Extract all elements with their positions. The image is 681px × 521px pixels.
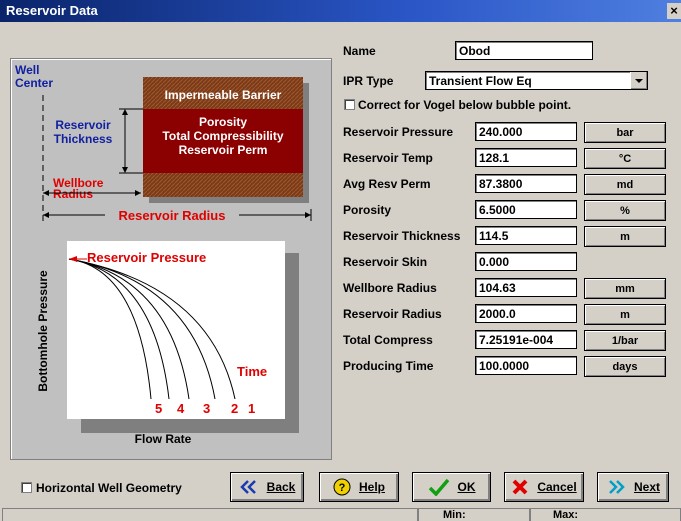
title-bar: Reservoir Data × <box>0 0 681 22</box>
curve-label: 3 <box>203 401 210 416</box>
param-label: Total Compress <box>343 333 433 347</box>
wellcenter-line: Center <box>15 76 53 90</box>
cancel-button[interactable]: Cancel <box>504 472 584 502</box>
param-label: Porosity <box>343 203 392 217</box>
reservoir-diagram: Impermeable Barrier Porosity Total Compre… <box>15 63 312 446</box>
props-line: Porosity <box>199 115 247 129</box>
param-input[interactable]: 114.5 <box>475 226 577 245</box>
window-title: Reservoir Data <box>6 3 98 18</box>
double-chevron-left-icon <box>239 480 256 494</box>
help-label: Help <box>358 480 385 494</box>
status-max-label: Max: <box>553 509 579 521</box>
param-label: Producing Time <box>343 359 434 373</box>
wbradius-line: Radius <box>53 187 93 201</box>
unit-button[interactable]: m <box>584 304 666 325</box>
param-input[interactable]: 128.1 <box>475 148 577 167</box>
name-input[interactable]: Obod <box>455 41 593 60</box>
dropdown-button[interactable] <box>630 72 647 89</box>
curve-label: 5 <box>155 401 162 416</box>
param-label: Reservoir Skin <box>343 255 428 269</box>
chevron-down-icon <box>635 79 643 83</box>
param-label: Reservoir Temp <box>343 151 433 165</box>
reservoir-pressure-label: Reservoir Pressure <box>87 250 206 265</box>
param-input[interactable]: 2000.0 <box>475 304 577 323</box>
horizontal-well-label: Horizontal Well Geometry <box>36 481 182 495</box>
curve-label: 1 <box>248 401 255 416</box>
unit-button[interactable]: days <box>584 356 666 377</box>
double-chevron-right-icon <box>609 480 625 494</box>
back-label: Back <box>266 480 296 494</box>
param-input[interactable]: 100.0000 <box>475 356 577 375</box>
ok-label: OK <box>457 480 476 494</box>
vogel-label: Correct for Vogel below bubble point. <box>358 98 572 112</box>
param-label: Avg Resv Perm <box>343 177 431 191</box>
help-icon: ? <box>333 478 351 496</box>
unit-button[interactable]: bar <box>584 122 666 143</box>
ipr-type-select[interactable]: Transient Flow Eq <box>425 71 648 90</box>
impermeable-barrier-label: Impermeable Barrier <box>165 88 282 102</box>
param-input[interactable]: 104.63 <box>475 278 577 297</box>
unit-button[interactable]: mm <box>584 278 666 299</box>
checkmark-icon <box>428 478 449 496</box>
svg-text:?: ? <box>339 482 346 494</box>
horizontal-well-checkbox[interactable] <box>21 482 32 493</box>
status-pane-max: Max: <box>530 508 681 521</box>
reservoir-diagram-panel: Impermeable Barrier Porosity Total Compre… <box>10 58 332 460</box>
impermeable-barrier-bottom <box>143 173 303 197</box>
help-button[interactable]: ? Help <box>319 472 399 502</box>
curve-label: 2 <box>231 401 238 416</box>
param-label: Reservoir Pressure <box>343 125 454 139</box>
param-input[interactable]: 7.25191e-004 <box>475 330 577 349</box>
next-label: Next <box>633 480 660 494</box>
status-pane-min: Min: <box>418 508 530 521</box>
param-input[interactable]: 0.000 <box>475 252 577 271</box>
param-input[interactable]: 87.3800 <box>475 174 577 193</box>
status-min-label: Min: <box>443 509 466 521</box>
reservoir-radius-label: Reservoir Radius <box>119 208 226 223</box>
y-axis-label: Bottomhole Pressure <box>36 270 50 392</box>
well-center-label: Well Center <box>15 63 53 90</box>
param-input[interactable]: 240.000 <box>475 122 577 141</box>
cancel-x-icon <box>512 479 528 495</box>
unit-button[interactable]: °C <box>584 148 666 169</box>
back-button[interactable]: Back <box>230 472 304 502</box>
param-label: Reservoir Radius <box>343 307 442 321</box>
unit-button[interactable]: m <box>584 226 666 247</box>
wellbore-radius-label: Wellbore Radius <box>53 176 104 201</box>
curve-label: 4 <box>177 401 185 416</box>
props-line: Total Compressibility <box>162 129 283 143</box>
vogel-checkbox[interactable] <box>344 99 355 110</box>
next-button[interactable]: Next <box>597 472 669 502</box>
ok-button[interactable]: OK <box>412 472 491 502</box>
name-label: Name <box>343 44 376 58</box>
ipr-type-value: Transient Flow Eq <box>429 74 532 88</box>
param-label: Reservoir Thickness <box>343 229 461 243</box>
close-icon[interactable]: × <box>667 3 681 19</box>
wellcenter-line: Well <box>15 63 39 77</box>
time-label: Time <box>237 364 267 379</box>
props-line: Reservoir Perm <box>179 143 268 157</box>
cancel-label: Cancel <box>537 480 577 494</box>
param-label: Wellbore Radius <box>343 281 437 295</box>
thickness-line: Thickness <box>54 132 113 146</box>
unit-button[interactable]: md <box>584 174 666 195</box>
param-input[interactable]: 6.5000 <box>475 200 577 219</box>
unit-button[interactable]: % <box>584 200 666 221</box>
reservoir-thickness-label: Reservoir Thickness <box>54 118 113 146</box>
ipr-type-label: IPR Type <box>343 74 394 88</box>
unit-button[interactable]: 1/bar <box>584 330 666 351</box>
thickness-line: Reservoir <box>55 118 111 132</box>
x-axis-label: Flow Rate <box>135 432 192 446</box>
status-pane-main <box>2 508 418 521</box>
